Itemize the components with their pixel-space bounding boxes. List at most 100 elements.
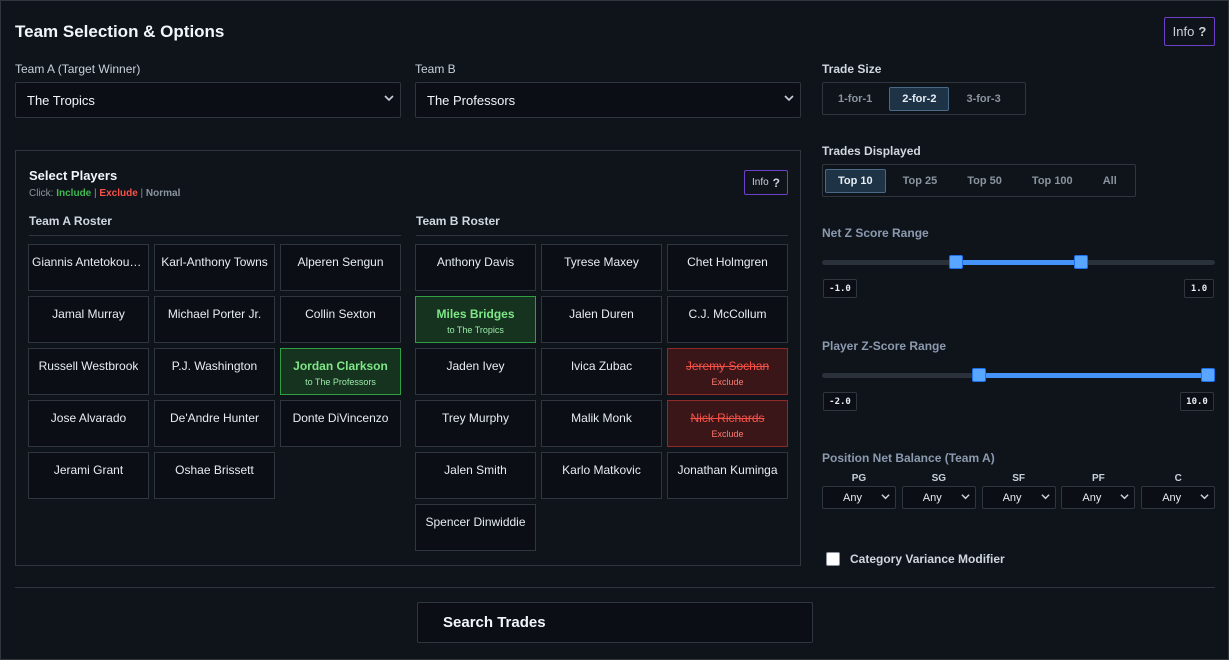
position-pf-select[interactable]: Any (1061, 486, 1136, 509)
hint-include: Include (56, 188, 92, 199)
team-b-roster-title: Team B Roster (416, 214, 500, 228)
chevron-down-icon (1200, 492, 1209, 504)
player-card[interactable]: Chet Holmgren (667, 244, 788, 291)
position-c-select[interactable]: Any (1141, 486, 1216, 509)
position-select-value: Any (1162, 491, 1182, 504)
position-sg-column: SG Any (901, 473, 976, 509)
player-card[interactable]: Jerami Grant (28, 452, 149, 499)
trades-displayed-option-all[interactable]: All (1090, 169, 1130, 193)
app-frame: Team Selection & Options Info ? Team A (… (0, 0, 1229, 660)
player-card[interactable]: Jaden Ivey (415, 348, 536, 395)
position-balance-label: Position Net Balance (Team A) (822, 451, 995, 465)
position-pf-column: PF Any (1061, 473, 1136, 509)
player-name: Karl-Anthony Towns (161, 255, 268, 269)
player-card[interactable]: Jamal Murray (28, 296, 149, 343)
team-b-select[interactable]: The Professors (415, 82, 801, 118)
player-z-low-handle[interactable] (972, 368, 987, 382)
player-name: C.J. McCollum (688, 307, 767, 321)
player-card[interactable]: Giannis Antetokounmpo (28, 244, 149, 291)
player-card[interactable]: Malik Monk (541, 400, 662, 447)
player-name: Trey Murphy (442, 411, 509, 425)
search-trades-button[interactable]: Search Trades (417, 602, 813, 643)
player-z-slider-fill (979, 373, 1215, 378)
player-card[interactable]: Jose Alvarado (28, 400, 149, 447)
player-card[interactable]: Jonathan Kuminga (667, 452, 788, 499)
trade-size-option-2-for-2[interactable]: 2-for-2 (889, 86, 950, 111)
player-card[interactable]: Jalen Smith (415, 452, 536, 499)
player-name: Spencer Dinwiddie (425, 515, 526, 529)
player-card[interactable]: Russell Westbrook (28, 348, 149, 395)
player-name: Collin Sexton (305, 307, 376, 321)
trades-displayed-option-top-10[interactable]: Top 10 (825, 168, 886, 193)
player-card[interactable]: Trey Murphy (415, 400, 536, 447)
player-name: Donte DiVincenzo (292, 411, 389, 425)
player-name: Jeremy Sochan (685, 359, 770, 373)
trades-displayed-group: Top 10 Top 25 Top 50 Top 100 All (822, 164, 1136, 197)
player-name: Jerami Grant (53, 463, 124, 477)
chevron-down-icon (1040, 492, 1050, 504)
player-card[interactable]: Donte DiVincenzo (280, 400, 401, 447)
player-name: Tyrese Maxey (564, 255, 639, 269)
position-pg-select[interactable]: Any (822, 486, 896, 509)
footer-divider (15, 587, 1215, 588)
net-z-min-value: -1.0 (823, 279, 857, 298)
player-card[interactable]: Oshae Brissett (154, 452, 275, 499)
panel-info-button[interactable]: Info ? (744, 170, 788, 195)
position-select-value: Any (922, 491, 942, 504)
variance-checkbox[interactable] (826, 552, 840, 566)
player-card[interactable]: Jordan Clarkson to The Professors (280, 348, 401, 395)
player-name: De'Andre Hunter (169, 411, 259, 425)
player-card[interactable]: Anthony Davis (415, 244, 536, 291)
position-sg-select[interactable]: Any (901, 486, 976, 509)
chevron-down-icon (784, 93, 794, 106)
player-card[interactable]: Alperen Sengun (280, 244, 401, 291)
chevron-down-icon (961, 492, 970, 504)
variance-label: Category Variance Modifier (850, 552, 1005, 566)
player-card[interactable]: Jalen Duren (541, 296, 662, 343)
player-z-max-value: 10.0 (1180, 392, 1214, 411)
player-card[interactable]: Miles Bridges to The Tropics (415, 296, 536, 343)
player-card[interactable]: Jeremy Sochan Exclude (667, 348, 788, 395)
info-button[interactable]: Info ? (1164, 17, 1215, 46)
team-a-select[interactable]: The Tropics (15, 82, 401, 118)
player-name: Jalen Duren (569, 307, 634, 321)
net-z-low-handle[interactable] (948, 255, 963, 269)
trade-size-group: 1-for-1 2-for-2 3-for-3 (822, 82, 1026, 115)
hint-separator: | (137, 188, 146, 199)
position-label: PG (851, 473, 867, 484)
trade-size-option-3-for-3[interactable]: 3-for-3 (953, 87, 1013, 111)
net-z-high-handle[interactable] (1074, 255, 1089, 269)
player-name: Karlo Matkovic (562, 463, 641, 477)
player-status-note: to The Tropics (447, 325, 504, 335)
trade-size-label: Trade Size (822, 62, 882, 76)
player-card[interactable]: Collin Sexton (280, 296, 401, 343)
player-card[interactable]: Nick Richards Exclude (667, 400, 788, 447)
team-a-roster-title: Team A Roster (29, 214, 112, 228)
panel-title: Select Players (29, 168, 118, 183)
position-sf-select[interactable]: Any (981, 486, 1056, 509)
trade-size-option-1-for-1[interactable]: 1-for-1 (825, 87, 885, 111)
player-name: Oshae Brissett (175, 463, 254, 477)
player-card[interactable]: Ivica Zubac (541, 348, 662, 395)
player-card[interactable]: De'Andre Hunter (154, 400, 275, 447)
player-card[interactable]: Tyrese Maxey (541, 244, 662, 291)
player-name: Nick Richards (690, 411, 765, 425)
player-card[interactable]: Michael Porter Jr. (154, 296, 275, 343)
player-card[interactable]: Karl-Anthony Towns (154, 244, 275, 291)
player-name: Russell Westbrook (38, 359, 139, 373)
player-name: Alperen Sengun (297, 255, 384, 269)
position-select-value: Any (1002, 491, 1022, 504)
player-name: Jaden Ivey (446, 359, 505, 373)
info-label: Info (1172, 24, 1195, 39)
player-card[interactable]: P.J. Washington (154, 348, 275, 395)
trades-displayed-option-top-50[interactable]: Top 50 (954, 169, 1015, 193)
player-card[interactable]: Karlo Matkovic (541, 452, 662, 499)
player-z-label: Player Z-Score Range (822, 339, 947, 353)
player-z-high-handle[interactable] (1201, 368, 1215, 382)
player-card[interactable]: C.J. McCollum (667, 296, 788, 343)
player-name: Anthony Davis (436, 255, 515, 269)
trades-displayed-option-top-25[interactable]: Top 25 (890, 169, 951, 193)
trades-displayed-option-top-100[interactable]: Top 100 (1019, 169, 1086, 193)
player-card[interactable]: Spencer Dinwiddie (415, 504, 536, 551)
trades-displayed-label: Trades Displayed (822, 144, 921, 158)
